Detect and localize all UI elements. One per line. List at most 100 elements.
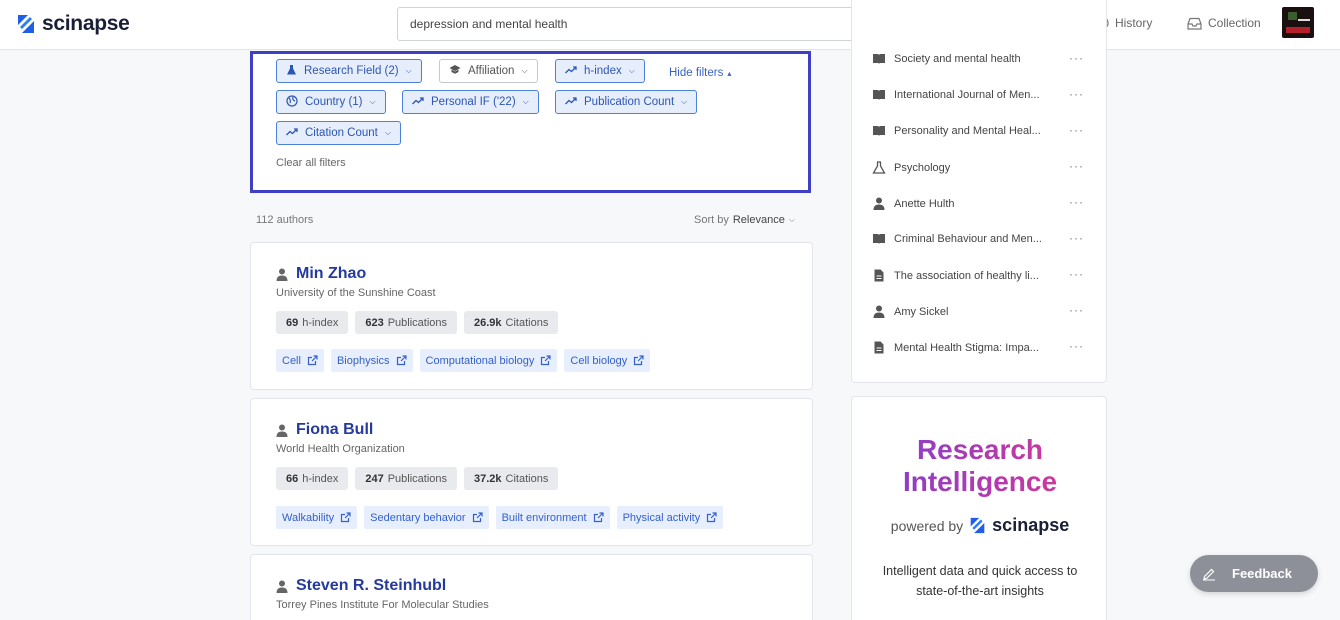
chevron-down-icon: ⌵	[384, 128, 391, 137]
field-tag[interactable]: Walkability	[276, 506, 358, 529]
user-avatar[interactable]	[1282, 7, 1314, 38]
publications-value: 623	[365, 316, 384, 329]
clear-all-filters-link[interactable]: Clear all filters	[276, 157, 346, 169]
tag-label: Physical activity	[622, 511, 701, 524]
scinapse-logo[interactable]: scinapse	[16, 12, 130, 36]
more-options-icon[interactable]: ···	[1069, 123, 1084, 137]
more-options-icon[interactable]: ···	[1069, 303, 1084, 317]
chevron-down-icon: ⌵	[681, 97, 688, 106]
sidebar-item[interactable]: Criminal Behaviour and Men... ···	[872, 231, 1088, 245]
author-name-link[interactable]: Fiona Bull	[276, 421, 373, 439]
field-tag[interactable]: Computational biology	[419, 349, 558, 372]
search-input[interactable]	[410, 17, 890, 31]
top-header: scinapse History Collection	[0, 0, 1340, 50]
chip-label: Personal IF ('22)	[431, 96, 516, 108]
h-index-filter[interactable]: h-index ⌵	[555, 59, 645, 83]
promo-title: Research Intelligence	[852, 434, 1108, 498]
trending-up-icon	[565, 96, 577, 108]
sidebar-item-label: The association of healthy li...	[894, 269, 1039, 282]
citations-label: Citations	[505, 316, 549, 329]
citations-stat: 37.2k Citations	[464, 467, 559, 490]
more-options-icon[interactable]: ···	[1069, 267, 1084, 281]
field-tag[interactable]: Biophysics	[330, 349, 413, 372]
publications-label: Publications	[387, 316, 448, 329]
tag-label: Cell	[282, 354, 301, 367]
research-field-filter[interactable]: Research Field (2) ⌵	[276, 59, 422, 83]
chevron-down-icon: ⌵	[522, 97, 529, 106]
hide-filters-link[interactable]: Hide filters ▴	[669, 67, 731, 79]
chevron-down-icon: ⌵	[628, 66, 635, 75]
more-options-icon[interactable]: ···	[1069, 339, 1084, 353]
filter-panel: Research Field (2) ⌵ Affiliation ⌵ h-ind…	[250, 51, 811, 193]
flask-icon	[286, 64, 297, 79]
h-index-value: 66	[286, 472, 299, 485]
more-options-icon[interactable]: ···	[1069, 87, 1084, 101]
feedback-button[interactable]: Feedback	[1190, 555, 1318, 592]
citations-value: 37.2k	[474, 472, 502, 485]
field-tag[interactable]: Sedentary behavior	[364, 506, 489, 529]
chip-label: Country (1)	[305, 96, 363, 108]
person-icon	[276, 580, 288, 593]
more-options-icon[interactable]: ···	[1069, 195, 1084, 209]
author-card: Steven R. Steinhubl Torrey Pines Institu…	[250, 554, 813, 620]
scinapse-logo-icon	[18, 15, 34, 33]
field-tag[interactable]: Physical activity	[616, 506, 724, 529]
field-tags: Walkability Sedentary behavior Built env…	[276, 506, 724, 529]
country-filter[interactable]: Country (1) ⌵	[276, 90, 386, 114]
author-stats: 66 h-index 247 Publications 37.2k Citations	[276, 467, 559, 490]
publication-count-filter[interactable]: Publication Count ⌵	[555, 90, 698, 114]
result-count: 112 authors	[256, 214, 314, 226]
sort-prefix: Sort by	[694, 214, 729, 226]
h-index-label: h-index	[302, 472, 339, 485]
collection-link[interactable]: Collection	[1187, 16, 1261, 30]
sidebar-item[interactable]: Society and mental health ···	[872, 51, 1088, 65]
logo-text: scinapse	[42, 12, 130, 35]
publications-stat: 247 Publications	[355, 467, 458, 490]
chevron-down-icon: ⌵	[369, 97, 376, 106]
citation-count-filter[interactable]: Citation Count ⌵	[276, 121, 401, 145]
personal-if-filter[interactable]: Personal IF ('22) ⌵	[402, 90, 539, 114]
sidebar-item[interactable]: Mental Health Stigma: Impa... ···	[872, 339, 1088, 354]
sidebar-item[interactable]: The association of healthy li... ···	[872, 267, 1088, 282]
sidebar-item[interactable]: Psychology ···	[872, 159, 1088, 174]
sort-value: Relevance	[732, 214, 785, 226]
affiliation-filter[interactable]: Affiliation ⌵	[439, 59, 538, 83]
sidebar-item[interactable]: Amy Sickel ···	[872, 303, 1088, 318]
chevron-down-icon: ⌵	[405, 66, 412, 75]
h-index-label: h-index	[302, 316, 339, 329]
more-options-icon[interactable]: ···	[1069, 51, 1084, 65]
chip-label: Publication Count	[584, 96, 675, 108]
sidebar-item[interactable]: Personality and Mental Heal... ···	[872, 123, 1088, 137]
author-name: Min Zhao	[296, 265, 367, 282]
research-intelligence-promo[interactable]: Research Intelligence powered by scinaps…	[851, 396, 1107, 620]
author-name-link[interactable]: Steven R. Steinhubl	[276, 577, 446, 595]
sidebar-item[interactable]: Anette Hulth ···	[872, 195, 1088, 210]
globe-icon	[286, 94, 298, 110]
external-link-icon	[396, 355, 407, 366]
field-tag[interactable]: Cell biology	[564, 349, 651, 372]
promo-description: Intelligent data and quick access to sta…	[882, 564, 1078, 598]
external-link-icon	[593, 512, 604, 523]
author-name-link[interactable]: Min Zhao	[276, 265, 366, 283]
powered-by-label: powered by	[890, 517, 964, 534]
field-tag[interactable]: Built environment	[495, 506, 610, 529]
collection-label: Collection	[1208, 16, 1261, 30]
sort-dropdown[interactable]: Sort by Relevance ⌵	[694, 214, 795, 226]
sidebar-item-label: Criminal Behaviour and Men...	[894, 233, 1042, 245]
publications-stat: 623 Publications	[355, 311, 458, 334]
sidebar-item-label: Society and mental health	[894, 53, 1021, 65]
h-index-stat: 69 h-index	[276, 311, 349, 334]
external-link-icon	[707, 512, 717, 523]
field-tag[interactable]: Cell	[276, 349, 324, 372]
author-name: Fiona Bull	[296, 421, 374, 438]
h-index-value: 69	[286, 316, 299, 329]
trending-up-icon	[565, 65, 577, 77]
sidebar-item-label: International Journal of Men...	[894, 89, 1040, 101]
book-icon	[873, 126, 885, 136]
tag-label: Computational biology	[425, 354, 535, 367]
scinapse-logo-icon	[970, 517, 985, 534]
more-options-icon[interactable]: ···	[1069, 159, 1084, 173]
more-options-icon[interactable]: ···	[1069, 231, 1084, 245]
sidebar-item[interactable]: International Journal of Men... ···	[872, 87, 1088, 101]
person-icon	[873, 197, 885, 210]
